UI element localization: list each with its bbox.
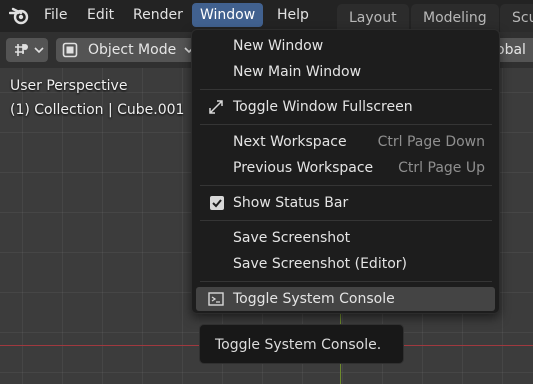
menu-window[interactable]: Window [192, 3, 264, 27]
menu-edit[interactable]: Edit [79, 3, 122, 27]
menu-divider [200, 89, 492, 90]
menu-item-toggle-system-console[interactable]: Toggle System Console [196, 287, 495, 311]
menu-render[interactable]: Render [125, 3, 191, 27]
menu-divider [200, 220, 492, 221]
tab-modeling[interactable]: Modeling [411, 4, 499, 32]
fullscreen-arrows-icon [209, 100, 223, 114]
window-menu-dropdown: New Window New Main Window Toggle Window… [191, 29, 500, 314]
menu-divider [200, 185, 492, 186]
menu-item-label: Previous Workspace [233, 160, 374, 176]
tooltip: Toggle System Console. [199, 324, 404, 364]
menu-item-new-window[interactable]: New Window [196, 34, 495, 58]
menu-item-previous-workspace[interactable]: Previous Workspace Ctrl Page Up [196, 156, 495, 180]
menu-item-toggle-fullscreen[interactable]: Toggle Window Fullscreen [196, 95, 495, 119]
menu-divider [200, 124, 492, 125]
blender-logo-icon[interactable] [9, 6, 31, 26]
menu-item-save-screenshot-editor[interactable]: Save Screenshot (Editor) [196, 252, 495, 276]
menu-item-label: Save Screenshot (Editor) [233, 256, 407, 272]
menu-item-save-screenshot[interactable]: Save Screenshot [196, 226, 495, 250]
menu-item-label: Next Workspace [233, 134, 347, 150]
chevron-down-icon [34, 47, 44, 54]
menu-divider [200, 281, 492, 282]
menu-item-label: New Window [233, 38, 324, 54]
editor-type-selector[interactable] [6, 38, 48, 62]
tab-sculpting[interactable]: Scu [500, 4, 533, 32]
menu-item-label: New Main Window [233, 64, 362, 80]
mode-selector[interactable]: Object Mode [56, 38, 206, 62]
menu-help[interactable]: Help [269, 3, 317, 27]
tooltip-text: Toggle System Console. [215, 337, 382, 353]
menu-file[interactable]: File [36, 3, 75, 27]
transform-gizmo-icon [15, 44, 28, 56]
checkmark-icon [212, 199, 222, 208]
perspective-label: User Perspective [10, 78, 128, 94]
shortcut-label: Ctrl Page Down [377, 134, 485, 150]
orientation-label: obal [496, 42, 526, 58]
menu-item-label: Save Screenshot [233, 230, 351, 246]
top-menu-bar: File Edit Render Window Help Layout Mode… [0, 0, 533, 32]
collection-label: (1) Collection | Cube.001 [10, 102, 185, 118]
object-mode-icon [62, 42, 78, 58]
menu-item-show-status-bar[interactable]: Show Status Bar [196, 191, 495, 215]
mode-label: Object Mode [88, 42, 177, 58]
menu-item-label: Toggle System Console [233, 291, 395, 307]
console-icon [208, 292, 224, 306]
shortcut-label: Ctrl Page Up [398, 160, 485, 176]
checkbox[interactable] [210, 196, 224, 210]
menu-item-new-main-window[interactable]: New Main Window [196, 60, 495, 84]
menu-item-label: Show Status Bar [233, 195, 349, 211]
tab-layout[interactable]: Layout [337, 4, 409, 32]
menu-item-next-workspace[interactable]: Next Workspace Ctrl Page Down [196, 130, 495, 154]
menu-item-label: Toggle Window Fullscreen [233, 99, 413, 115]
